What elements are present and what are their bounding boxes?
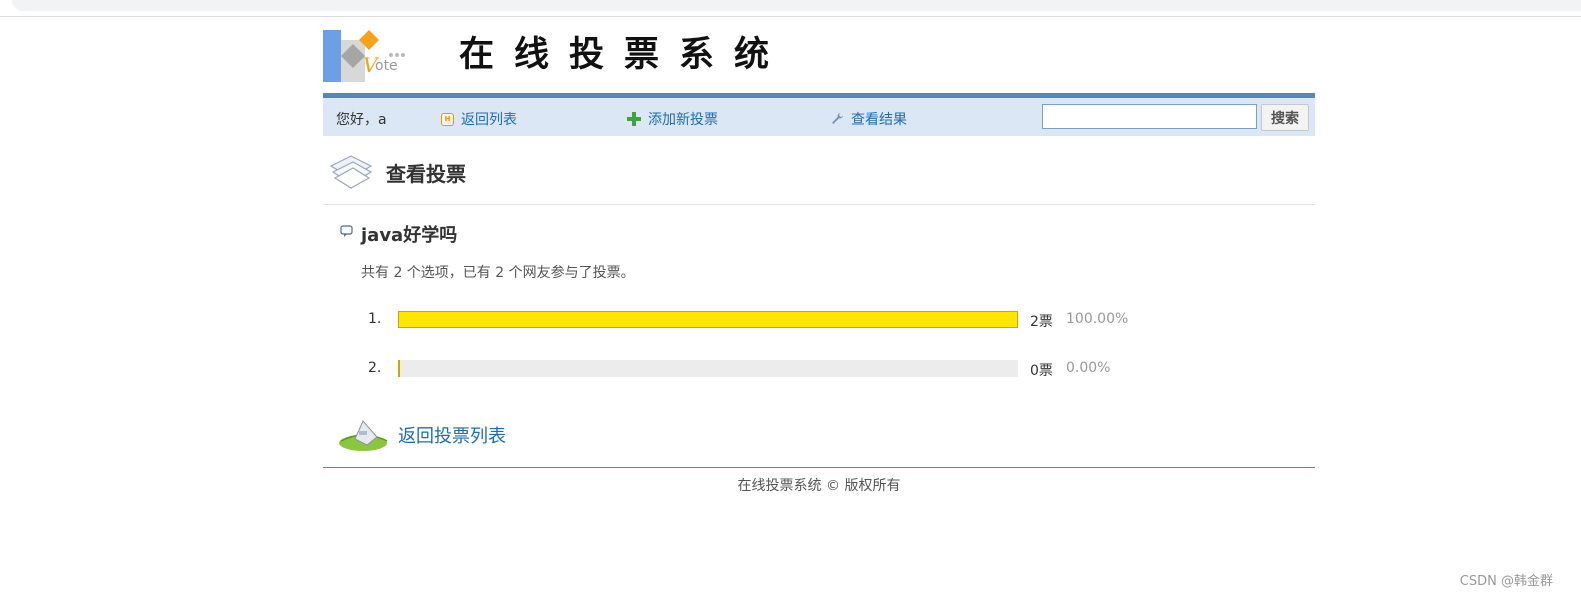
svg-text:ote: ote <box>375 58 398 74</box>
csdn-watermark: CSDN @韩金群 <box>1459 574 1553 589</box>
list-icon: H <box>441 112 454 126</box>
nav-add-vote-label: 添加新投票 <box>648 112 718 128</box>
site-title: 在线投票系统 <box>459 34 790 75</box>
option-votes: 2票 <box>1030 314 1053 330</box>
page-container: V ote 在线投票系统 您好，a H 返回列表 添加新投票 查看结果 搜索 查… <box>323 17 1315 504</box>
option-bar-track <box>398 360 1018 377</box>
user-greeting: 您好，a <box>336 112 387 128</box>
wrench-icon <box>832 113 843 124</box>
option-number: 2. <box>368 360 382 376</box>
option-votes: 0票 <box>1030 363 1053 379</box>
question-summary: 共有 2 个选项，已有 2 个网友参与了投票。 <box>361 265 635 281</box>
vote-question: java好学吗 共有 2 个选项，已有 2 个网友参与了投票。 1. 2票 10… <box>323 205 1315 467</box>
option-bar-fill <box>398 311 1018 328</box>
site-footer: 在线投票系统 © 版权所有 <box>323 467 1315 504</box>
speech-bubble-icon <box>340 225 353 237</box>
section-header: 查看投票 <box>323 136 1315 205</box>
nav-back-to-list[interactable]: H 返回列表 <box>441 109 517 129</box>
browser-address-area <box>12 0 1581 11</box>
nav-add-vote[interactable]: 添加新投票 <box>627 109 718 129</box>
option-number: 1. <box>368 311 382 327</box>
nav-view-results[interactable]: 查看结果 <box>830 109 907 129</box>
question-title: java好学吗 <box>361 225 458 246</box>
search-input[interactable] <box>1042 104 1257 129</box>
site-header: V ote 在线投票系统 <box>323 17 1315 93</box>
back-link-row: 返回投票列表 <box>323 415 1315 455</box>
back-to-vote-list-link[interactable]: 返回投票列表 <box>398 422 506 448</box>
footer-text: 在线投票系统 © 版权所有 <box>737 478 901 494</box>
option-bar-track <box>398 311 1018 328</box>
plus-icon <box>627 112 641 126</box>
option-bar-fill <box>398 360 400 377</box>
section-title: 查看投票 <box>386 162 466 186</box>
option-percent: 0.00% <box>1066 360 1111 376</box>
nav-bar: 您好，a H 返回列表 添加新投票 查看结果 搜索 <box>323 93 1315 136</box>
search-button[interactable]: 搜索 <box>1261 104 1309 131</box>
documents-icon <box>329 155 373 189</box>
option-row: 1. 2票 100.00% <box>323 311 1315 330</box>
leaf-back-icon <box>339 420 388 451</box>
option-percent: 100.00% <box>1066 311 1129 327</box>
option-row: 2. 0票 0.00% <box>323 360 1315 379</box>
nav-back-to-list-label: 返回列表 <box>461 112 517 128</box>
vote-logo: V ote <box>323 30 407 82</box>
nav-view-results-label: 查看结果 <box>851 112 907 128</box>
browser-top-strip <box>0 0 1581 17</box>
